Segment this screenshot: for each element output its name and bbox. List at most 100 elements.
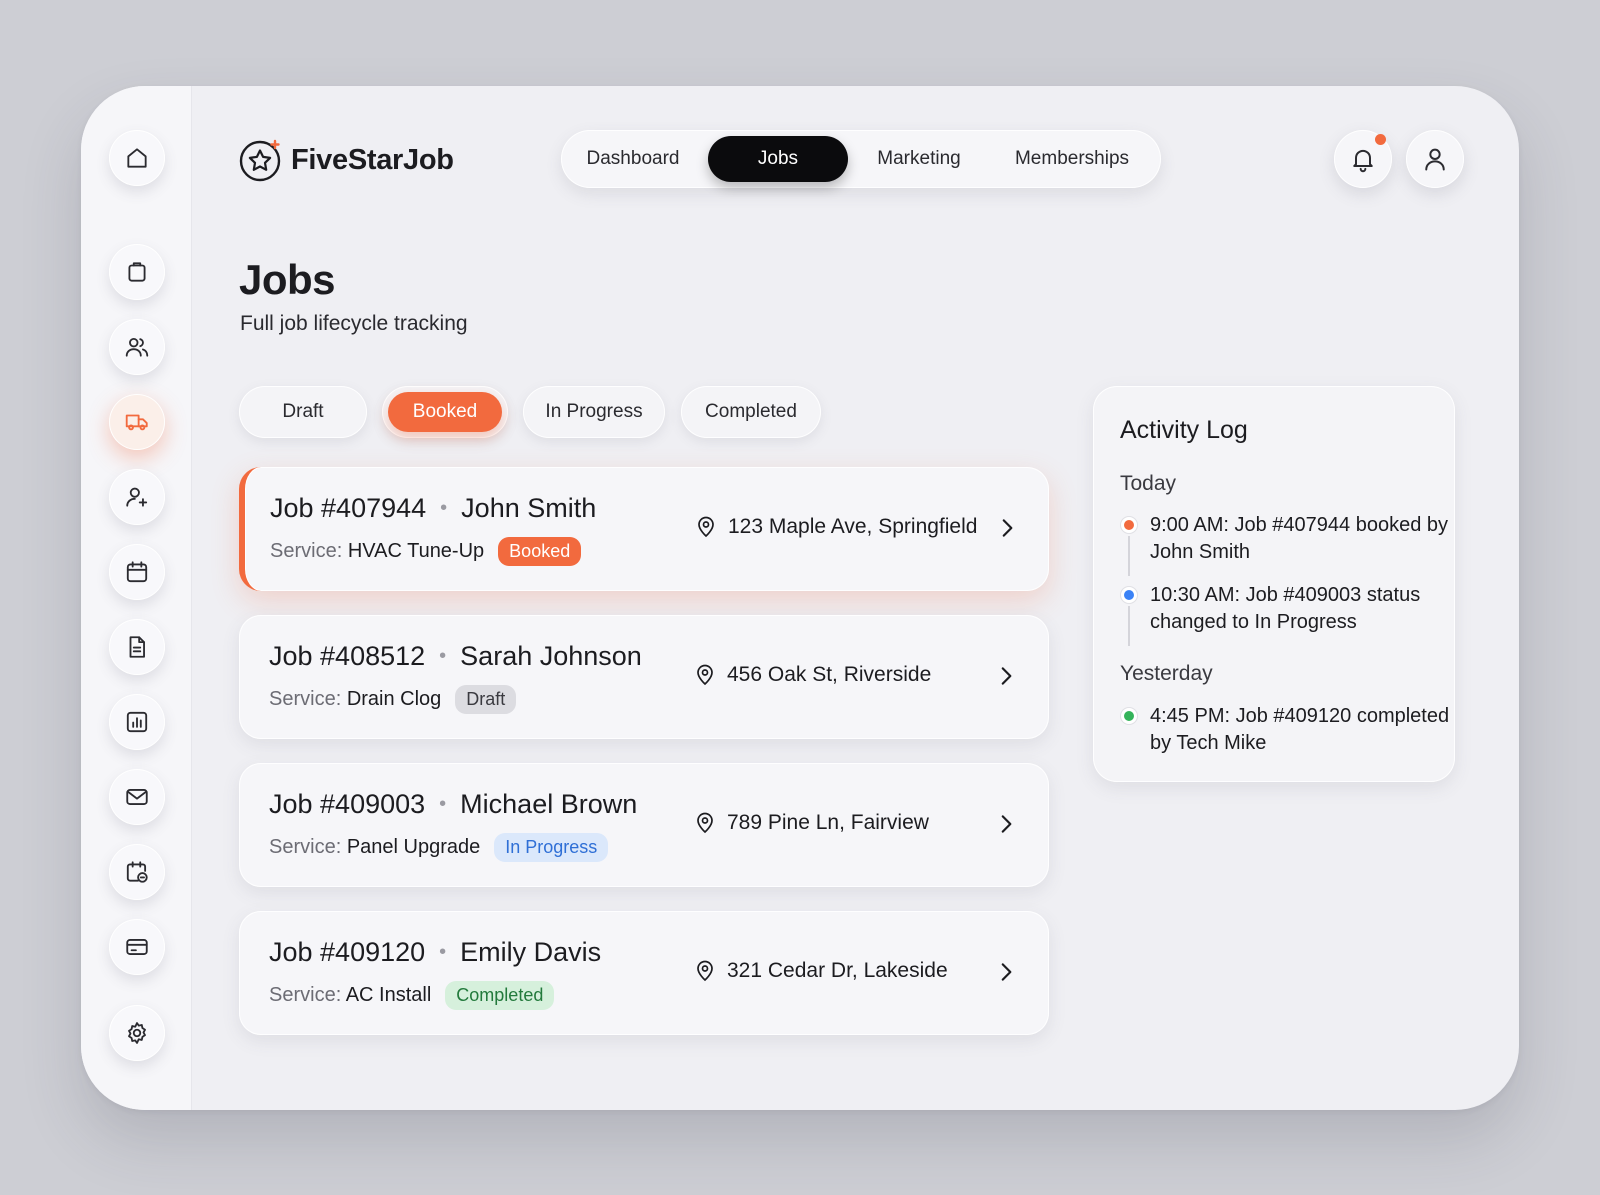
nav-marketing[interactable]: Marketing: [854, 136, 984, 182]
separator-dot: •: [439, 941, 447, 963]
top-navigation: Dashboard Jobs Marketing Memberships: [561, 130, 1161, 188]
sidebar-home-button[interactable]: [109, 130, 165, 186]
job-title: Job #407944 • John Smith: [270, 493, 596, 524]
bell-icon: [1353, 149, 1373, 173]
service-value: Drain Clog: [346, 688, 442, 710]
activity-item: 4:45 PM: Job #409120 completed by Tech M…: [1150, 705, 1450, 754]
profile-button[interactable]: [1406, 130, 1464, 188]
timeline-line: [1128, 606, 1130, 646]
job-address: 321 Cedar Dr, Lakeside: [727, 959, 948, 982]
activity-log-panel: Activity Log Today 9:00 AM: Job #407944 …: [1093, 386, 1455, 782]
star-logo-icon: [239, 139, 281, 182]
map-pin-icon: [697, 664, 713, 686]
job-card[interactable]: Job #408512 • Sarah Johnson Service: Dra…: [239, 615, 1049, 739]
job-address: 456 Oak St, Riverside: [727, 663, 932, 686]
job-address: 123 Maple Ave, Springfield: [728, 515, 978, 538]
open-job-button[interactable]: [993, 663, 1019, 689]
separator-dot: •: [439, 793, 447, 815]
job-id: Job #408512: [269, 641, 426, 671]
notification-dot: [1375, 134, 1386, 145]
sidebar-schedule-button[interactable]: [109, 844, 165, 900]
calendar-clock-icon: [126, 861, 148, 883]
job-card[interactable]: Job #407944 • John Smith Service: HVAC T…: [239, 467, 1049, 591]
job-card[interactable]: Job #409120 • Emily Davis Service: AC In…: [239, 911, 1049, 1035]
timeline-dot: [1121, 587, 1137, 603]
open-job-button[interactable]: [993, 959, 1019, 985]
user-icon: [1425, 148, 1445, 171]
truck-icon: [125, 414, 148, 431]
status-badge: Booked: [498, 537, 582, 566]
notifications-button[interactable]: [1334, 130, 1392, 188]
nav-dashboard[interactable]: Dashboard: [567, 136, 699, 182]
filter-completed[interactable]: Completed: [681, 386, 821, 438]
job-customer: Emily Davis: [460, 937, 602, 967]
page-subtitle: Full job lifecycle tracking: [240, 312, 468, 335]
job-customer: Sarah Johnson: [460, 641, 642, 671]
job-location: 321 Cedar Dr, Lakeside: [693, 959, 948, 983]
activity-item: 10:30 AM: Job #409003 status changed to …: [1150, 584, 1421, 633]
document-icon: [129, 636, 145, 658]
activity-group-label: Yesterday: [1120, 662, 1213, 685]
sidebar-calendar-button[interactable]: [109, 544, 165, 600]
nav-memberships[interactable]: Memberships: [991, 136, 1153, 182]
sidebar-clipboard-button[interactable]: [109, 244, 165, 300]
job-service: Service: AC Install Completed: [269, 981, 555, 1010]
service-label: Service:: [270, 540, 343, 562]
calendar-icon: [126, 561, 148, 583]
sidebar-reports-button[interactable]: [109, 694, 165, 750]
status-badge: Completed: [445, 981, 555, 1010]
status-badge: In Progress: [494, 833, 609, 862]
separator-dot: •: [439, 645, 447, 667]
app-window: FiveStarJob Dashboard Jobs Marketing Mem…: [81, 86, 1519, 1110]
job-title: Job #409003 • Michael Brown: [269, 789, 637, 820]
chevron-right-icon: [1001, 963, 1012, 981]
filter-booked-label: Booked: [388, 392, 502, 432]
open-job-button[interactable]: [994, 515, 1020, 541]
sidebar-add-user-button[interactable]: [109, 469, 165, 525]
credit-card-icon: [126, 939, 148, 955]
mail-icon: [126, 789, 148, 805]
chevron-right-icon: [1002, 519, 1013, 537]
job-id: Job #409003: [269, 789, 426, 819]
map-pin-icon: [698, 516, 714, 538]
timeline-dot: [1121, 708, 1137, 724]
chevron-right-icon: [1001, 667, 1012, 685]
map-pin-icon: [697, 960, 713, 982]
chart-icon: [126, 711, 148, 733]
service-label: Service:: [269, 984, 342, 1006]
job-customer: John Smith: [461, 493, 597, 523]
job-location: 789 Pine Ln, Fairview: [693, 811, 929, 835]
home-icon: [127, 148, 147, 168]
job-address: 789 Pine Ln, Fairview: [727, 811, 929, 834]
sidebar: [81, 86, 192, 1110]
sidebar-payments-button[interactable]: [109, 919, 165, 975]
sidebar-documents-button[interactable]: [109, 619, 165, 675]
sidebar-settings-button[interactable]: [109, 1005, 165, 1061]
job-service: Service: Panel Upgrade In Progress: [269, 833, 609, 862]
chevron-right-icon: [1001, 815, 1012, 833]
job-customer: Michael Brown: [460, 789, 638, 819]
job-location: 456 Oak St, Riverside: [693, 663, 931, 687]
clipboard-icon: [128, 262, 146, 282]
open-job-button[interactable]: [993, 811, 1019, 837]
nav-jobs[interactable]: Jobs: [708, 136, 848, 182]
sidebar-messages-button[interactable]: [109, 769, 165, 825]
separator-dot: •: [440, 497, 448, 519]
filter-draft[interactable]: Draft: [239, 386, 367, 438]
filter-in-progress[interactable]: In Progress: [523, 386, 665, 438]
sidebar-users-button[interactable]: [109, 319, 165, 375]
brand-name: FiveStarJob: [291, 143, 454, 176]
timeline-dot: [1121, 517, 1137, 533]
activity-log-title: Activity Log: [1120, 416, 1248, 444]
filter-booked[interactable]: Booked: [382, 386, 508, 438]
service-value: Panel Upgrade: [346, 836, 481, 858]
sidebar-jobs-button[interactable]: [109, 394, 165, 450]
activity-group-label: Today: [1120, 472, 1177, 495]
job-card[interactable]: Job #409003 • Michael Brown Service: Pan…: [239, 763, 1049, 887]
activity-item: 9:00 AM: Job #407944 booked by John Smit…: [1150, 514, 1449, 563]
brand-logo[interactable]: FiveStarJob: [239, 138, 454, 182]
gear-icon: [128, 1022, 146, 1044]
job-title: Job #409120 • Emily Davis: [269, 937, 601, 968]
job-id: Job #407944: [270, 493, 427, 523]
job-id: Job #409120: [269, 937, 426, 967]
